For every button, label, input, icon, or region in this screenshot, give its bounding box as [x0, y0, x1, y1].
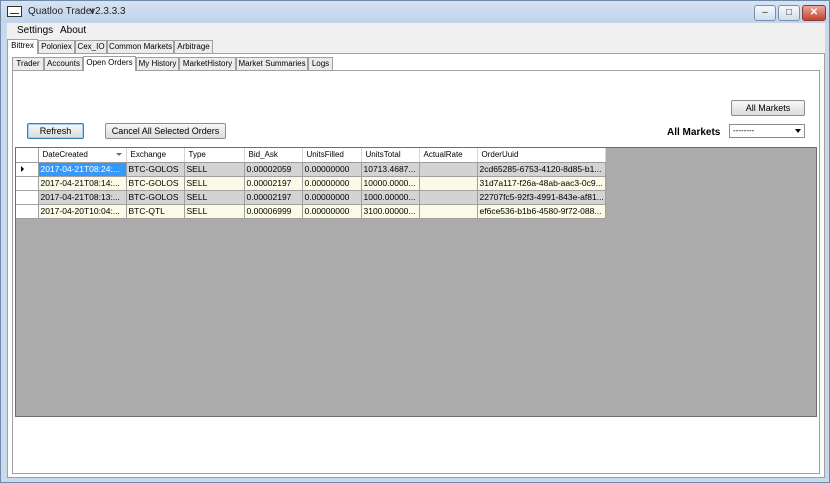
tab-cex-io[interactable]: Cex_IO	[75, 40, 107, 54]
cell-bid-ask[interactable]: 0.00002059	[244, 162, 303, 177]
cell-bid-ask[interactable]: 0.00002197	[244, 176, 303, 191]
row-selector[interactable]	[16, 190, 39, 205]
orders-table: DateCreated Exchange Type Bid_Ask UnitsF…	[16, 148, 606, 219]
cell-units-total[interactable]: 10713.4687...	[361, 162, 420, 177]
col-header-datecreated[interactable]: DateCreated	[38, 148, 127, 163]
cell-exchange[interactable]: BTC-GOLOS	[126, 162, 185, 177]
col-header-type[interactable]: Type	[184, 148, 245, 163]
cell-order-uuid[interactable]: 31d7a117-f26a-48ab-aac3-0c9...	[477, 176, 606, 191]
tab-logs[interactable]: Logs	[308, 57, 333, 71]
tab-arbitrage[interactable]: Arbitrage	[174, 40, 213, 54]
client-area: Settings About Bittrex Poloniex Cex_IO C…	[7, 23, 825, 478]
cell-units-total[interactable]: 3100.00000...	[361, 204, 420, 219]
open-orders-panel: Refresh Cancel All Selected Orders All M…	[12, 70, 820, 474]
sort-descending-icon	[115, 153, 122, 156]
cell-date-created[interactable]: 2017-04-21T08:24:...	[38, 162, 127, 177]
col-header-exchange[interactable]: Exchange	[126, 148, 185, 163]
cell-type[interactable]: SELL	[184, 204, 245, 219]
cell-order-uuid[interactable]: ef6ce536-b1b6-4580-9f72-088...	[477, 204, 606, 219]
col-header-actual-rate[interactable]: ActualRate	[419, 148, 478, 163]
all-markets-button[interactable]: All Markets	[731, 100, 805, 116]
cell-actual-rate[interactable]	[419, 162, 478, 177]
sub-tab-strip: Trader Accounts Open Orders My History M…	[12, 56, 820, 71]
col-header-bid-ask[interactable]: Bid_Ask	[244, 148, 303, 163]
maximize-button[interactable]: □	[778, 5, 800, 21]
tab-my-history[interactable]: My History	[136, 57, 179, 71]
cell-actual-rate[interactable]	[419, 190, 478, 205]
tab-market-summaries[interactable]: Market Summaries	[236, 57, 308, 71]
tab-poloniex[interactable]: Poloniex	[38, 40, 75, 54]
minimize-button[interactable]: –	[754, 5, 776, 21]
cell-bid-ask[interactable]: 0.00006999	[244, 204, 303, 219]
chevron-down-icon	[795, 129, 801, 133]
current-row-arrow-icon	[21, 166, 24, 172]
open-orders-grid[interactable]: DateCreated Exchange Type Bid_Ask UnitsF…	[15, 147, 817, 417]
col-header-units-filled[interactable]: UnitsFilled	[302, 148, 362, 163]
menu-settings[interactable]: Settings	[17, 25, 53, 36]
table-row[interactable]: 2017-04-20T10:04:... BTC-QTL SELL 0.0000…	[16, 204, 606, 219]
window-title: Quatloo Trader	[28, 6, 95, 17]
refresh-button[interactable]: Refresh	[27, 123, 84, 139]
cell-order-uuid[interactable]: 2cd65285-6753-4120-8d85-b1...	[477, 162, 606, 177]
row-selector[interactable]	[16, 204, 39, 219]
cell-date-created[interactable]: 2017-04-20T10:04:...	[38, 204, 127, 219]
cell-actual-rate[interactable]	[419, 176, 478, 191]
cell-exchange[interactable]: BTC-QTL	[126, 204, 185, 219]
table-row[interactable]: 2017-04-21T08:24:... BTC-GOLOS SELL 0.00…	[16, 162, 606, 177]
cell-units-filled[interactable]: 0.00000000	[302, 190, 362, 205]
exchange-tab-strip: Bittrex Poloniex Cex_IO Common Markets A…	[7, 39, 825, 54]
title-bar[interactable]: Quatloo Trader v2.3.3.3 – □ ✕	[1, 1, 829, 23]
row-selector[interactable]	[16, 162, 39, 177]
tab-market-history[interactable]: MarketHistory	[179, 57, 236, 71]
app-icon	[7, 6, 22, 17]
cell-units-total[interactable]: 1000.00000...	[361, 190, 420, 205]
col-header-units-total[interactable]: UnitsTotal	[361, 148, 420, 163]
cell-units-filled[interactable]: 0.00000000	[302, 204, 362, 219]
cell-exchange[interactable]: BTC-GOLOS	[126, 176, 185, 191]
tab-trader[interactable]: Trader	[12, 57, 44, 71]
cell-actual-rate[interactable]	[419, 204, 478, 219]
table-row[interactable]: 2017-04-21T08:14:... BTC-GOLOS SELL 0.00…	[16, 176, 606, 191]
tab-bittrex[interactable]: Bittrex	[7, 39, 38, 54]
cell-type[interactable]: SELL	[184, 190, 245, 205]
market-select-value: --------	[733, 126, 755, 135]
tab-common-markets[interactable]: Common Markets	[107, 40, 174, 54]
bittrex-panel: Trader Accounts Open Orders My History M…	[7, 53, 825, 478]
close-button[interactable]: ✕	[802, 5, 826, 21]
cell-type[interactable]: SELL	[184, 176, 245, 191]
cell-units-filled[interactable]: 0.00000000	[302, 162, 362, 177]
cell-order-uuid[interactable]: 22707fc5-92f3-4991-843e-af81...	[477, 190, 606, 205]
cell-exchange[interactable]: BTC-GOLOS	[126, 190, 185, 205]
menu-about[interactable]: About	[60, 25, 86, 36]
col-header-order-uuid[interactable]: OrderUuid	[477, 148, 606, 163]
menu-bar: Settings About	[7, 23, 825, 39]
row-selector[interactable]	[16, 176, 39, 191]
cell-units-total[interactable]: 10000.0000...	[361, 176, 420, 191]
cell-date-created[interactable]: 2017-04-21T08:13:...	[38, 190, 127, 205]
all-markets-label: All Markets	[667, 127, 721, 138]
market-select[interactable]: --------	[729, 124, 805, 138]
table-row[interactable]: 2017-04-21T08:13:... BTC-GOLOS SELL 0.00…	[16, 190, 606, 205]
app-window: Quatloo Trader v2.3.3.3 – □ ✕ Settings A…	[0, 0, 830, 483]
tab-accounts[interactable]: Accounts	[44, 57, 83, 71]
cell-units-filled[interactable]: 0.00000000	[302, 176, 362, 191]
cell-date-created[interactable]: 2017-04-21T08:14:...	[38, 176, 127, 191]
cell-type[interactable]: SELL	[184, 162, 245, 177]
header-row: DateCreated Exchange Type Bid_Ask UnitsF…	[16, 148, 606, 163]
row-header-corner	[16, 148, 39, 163]
cancel-all-selected-orders-button[interactable]: Cancel All Selected Orders	[105, 123, 226, 139]
tab-open-orders[interactable]: Open Orders	[83, 56, 136, 71]
window-version: v2.3.3.3	[90, 6, 126, 17]
cell-bid-ask[interactable]: 0.00002197	[244, 190, 303, 205]
